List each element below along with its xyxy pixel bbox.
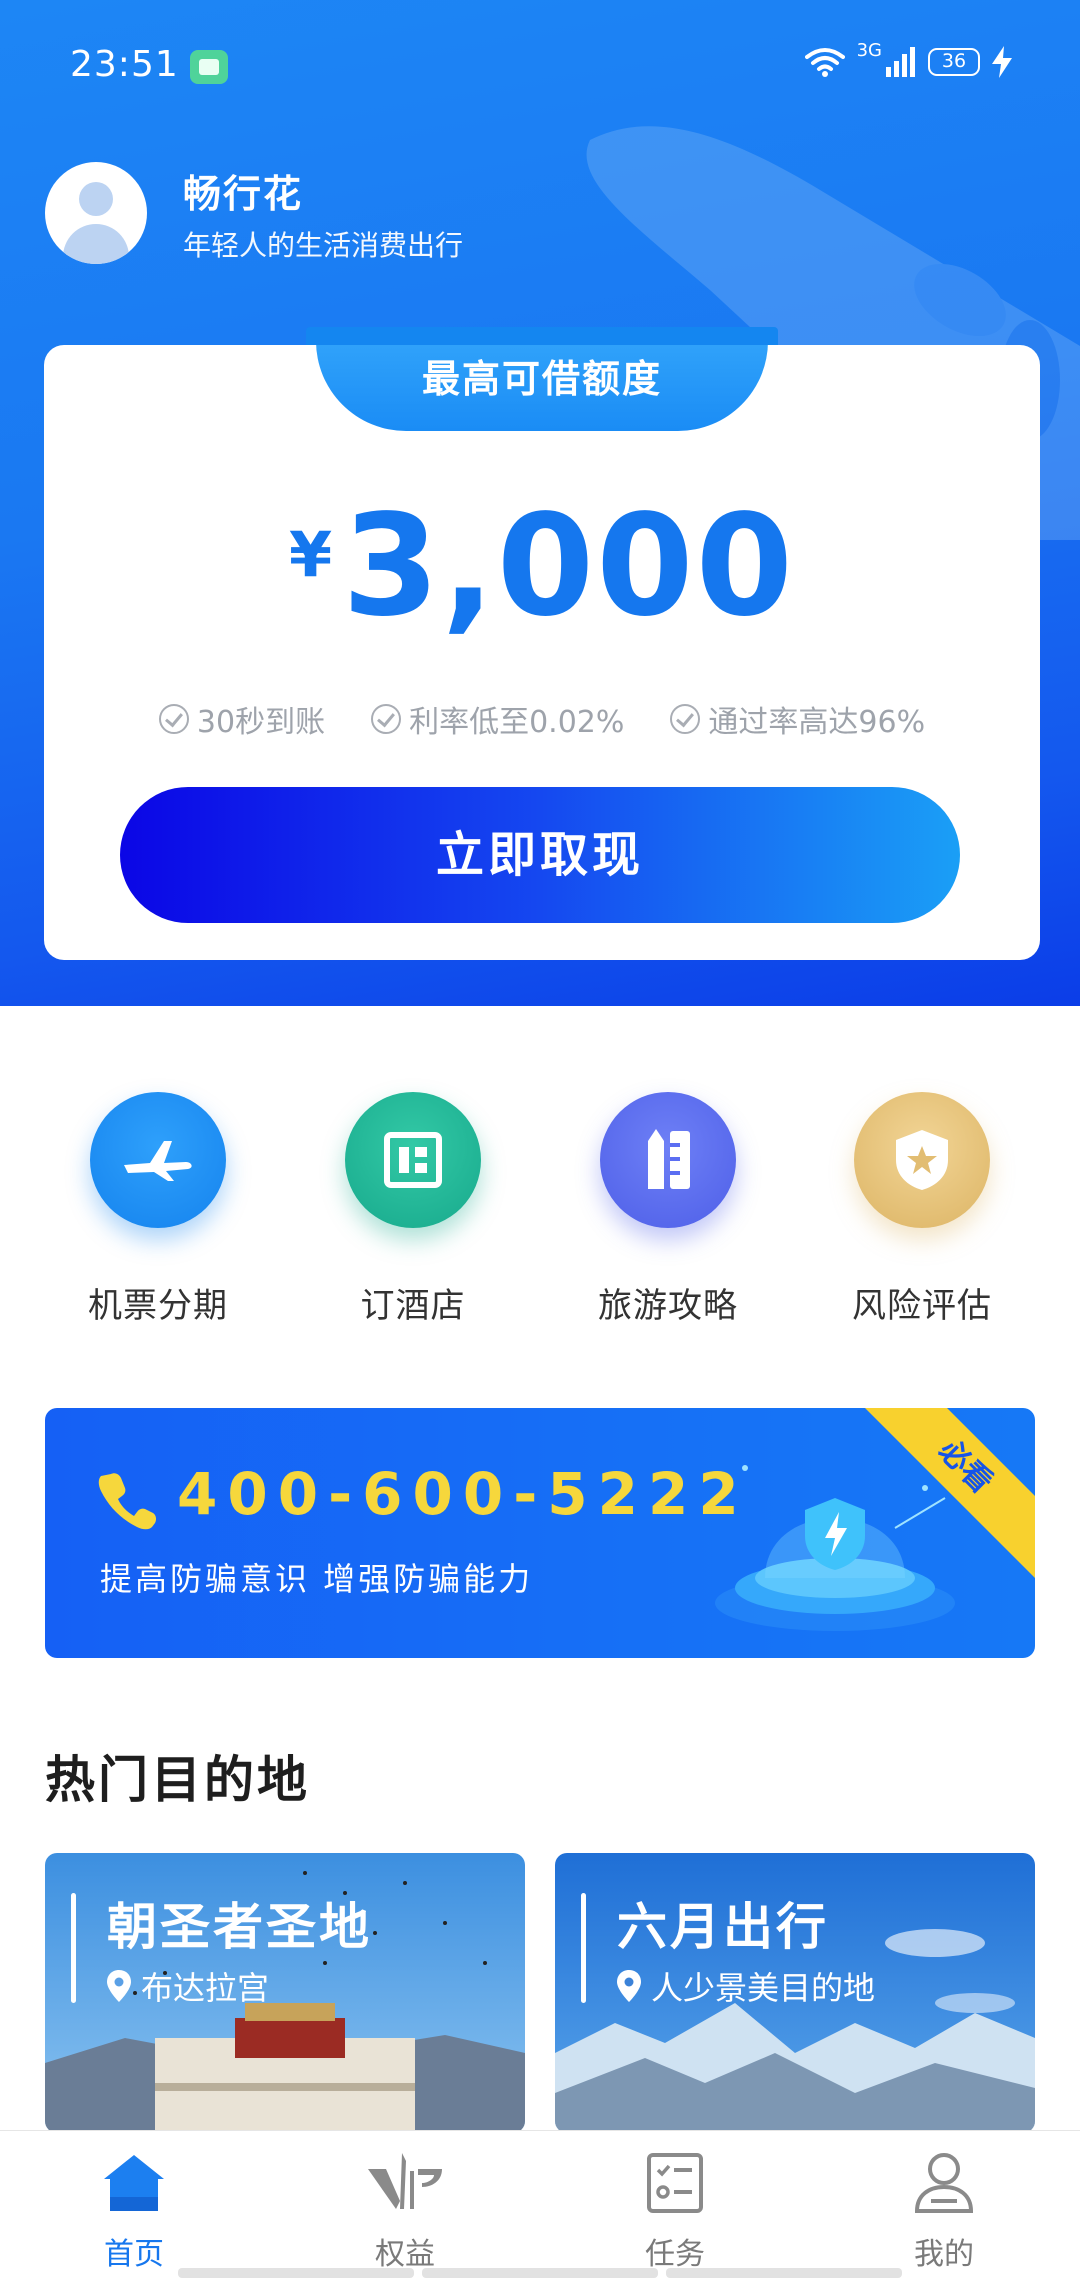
quick-action-label: 订酒店 [360,1286,466,1326]
status-icons: 3G 36 [804,40,1012,78]
quick-actions: 机票分期 订酒店 旅游攻略 风险评估 [0,1092,1080,1342]
guide-icon[interactable] [600,1092,736,1228]
avatar[interactable] [45,162,147,264]
credit-limit-card: 最高可借额度 ¥3,000 30秒到账 利率低至0.02% 通过率高达96% 立… [44,327,1040,960]
feature-item: 30秒到账 [158,697,326,741]
tab-label: 任务 [645,2237,705,2272]
status-bar: 23:51 3G 36 [0,0,1080,130]
check-circle-icon [670,704,701,734]
destination-location: 人少景美目的地 [617,1963,875,2009]
feature-item: 通过率高达96% [670,697,925,741]
header-section: 23:51 3G 36 畅行花 年轻人的生活消费出行 最高可借额度 ¥3,000… [0,0,1080,1006]
user-icon [844,2145,1044,2221]
destination-card[interactable]: 六月出行 人少景美目的地 [555,1853,1035,2133]
quick-action-flight-installment[interactable]: 机票分期 [58,1092,258,1327]
quick-action-label: 旅游攻略 [598,1286,738,1326]
hotline-number: 400-600-5222 [177,1460,749,1528]
bottom-tab-bar: 首页 权益 任务 我的 [0,2130,1080,2280]
hotel-icon[interactable] [345,1092,481,1228]
tab-mine[interactable]: 我的 [844,2145,1044,2273]
tab-tasks[interactable]: 任务 [575,2145,775,2273]
feature-item: 利率低至0.02% [371,697,624,741]
profile-name: 畅行花 [183,171,304,216]
notification-app-icon [190,50,228,84]
tab-benefits[interactable]: 权益 [305,2145,505,2273]
quick-action-label: 机票分期 [88,1286,228,1326]
feature-label: 通过率高达96% [708,705,926,740]
destination-title: 朝圣者圣地 [107,1898,372,1956]
tab-label: 我的 [914,2237,974,2272]
location-pin-icon [617,1970,641,2002]
check-circle-icon [371,704,402,734]
wifi-icon [804,47,845,77]
status-time: 23:51 [70,44,179,85]
anti-fraud-banner[interactable]: 400-600-5222 提高防骗意识 增强防骗能力 必看 [45,1408,1035,1658]
home-icon [34,2145,234,2221]
airplane-icon[interactable] [90,1092,226,1228]
signal-icon [886,47,916,77]
banner-slogan: 提高防骗意识 增强防骗能力 [100,1560,534,1598]
hot-destinations-title: 热门目的地 [45,1751,310,1809]
credit-limit-tab: 最高可借额度 [306,327,778,431]
charging-icon [992,46,1012,78]
home-indicator [178,2268,902,2278]
credit-amount: ¥3,000 [44,485,1040,648]
currency-symbol: ¥ [289,518,333,591]
task-list-icon [575,2145,775,2221]
credit-amount-value: 3,000 [342,485,795,648]
destination-location-label: 人少景美目的地 [651,1969,876,2007]
phone-icon [98,1473,157,1530]
tab-home[interactable]: 首页 [34,2145,234,2273]
network-type-label: 3G [856,39,882,61]
destination-title: 六月出行 [617,1898,829,1956]
credit-features: 30秒到账 利率低至0.02% 通过率高达96% [44,697,1040,741]
quick-action-risk-assessment[interactable]: 风险评估 [822,1092,1022,1327]
battery-icon: 36 [928,48,980,76]
profile[interactable]: 畅行花 年轻人的生活消费出行 [45,162,463,264]
withdraw-button[interactable]: 立即取现 [120,787,960,923]
vip-icon [305,2145,505,2221]
feature-label: 利率低至0.02% [409,705,625,740]
tab-label: 首页 [104,2237,164,2272]
quick-action-travel-guide[interactable]: 旅游攻略 [568,1092,768,1327]
check-circle-icon [158,704,189,734]
destination-location-label: 布达拉宫 [141,1969,270,2007]
destination-card[interactable]: 朝圣者圣地 布达拉宫 [45,1853,525,2133]
destination-location: 布达拉宫 [107,1963,269,2009]
tab-label: 权益 [375,2237,435,2272]
quick-action-hotel[interactable]: 订酒店 [313,1092,513,1327]
profile-subtitle: 年轻人的生活消费出行 [183,228,464,262]
location-pin-icon [107,1970,131,2002]
feature-label: 30秒到账 [196,705,326,740]
quick-action-label: 风险评估 [852,1286,992,1326]
shield-star-icon[interactable] [854,1092,990,1228]
